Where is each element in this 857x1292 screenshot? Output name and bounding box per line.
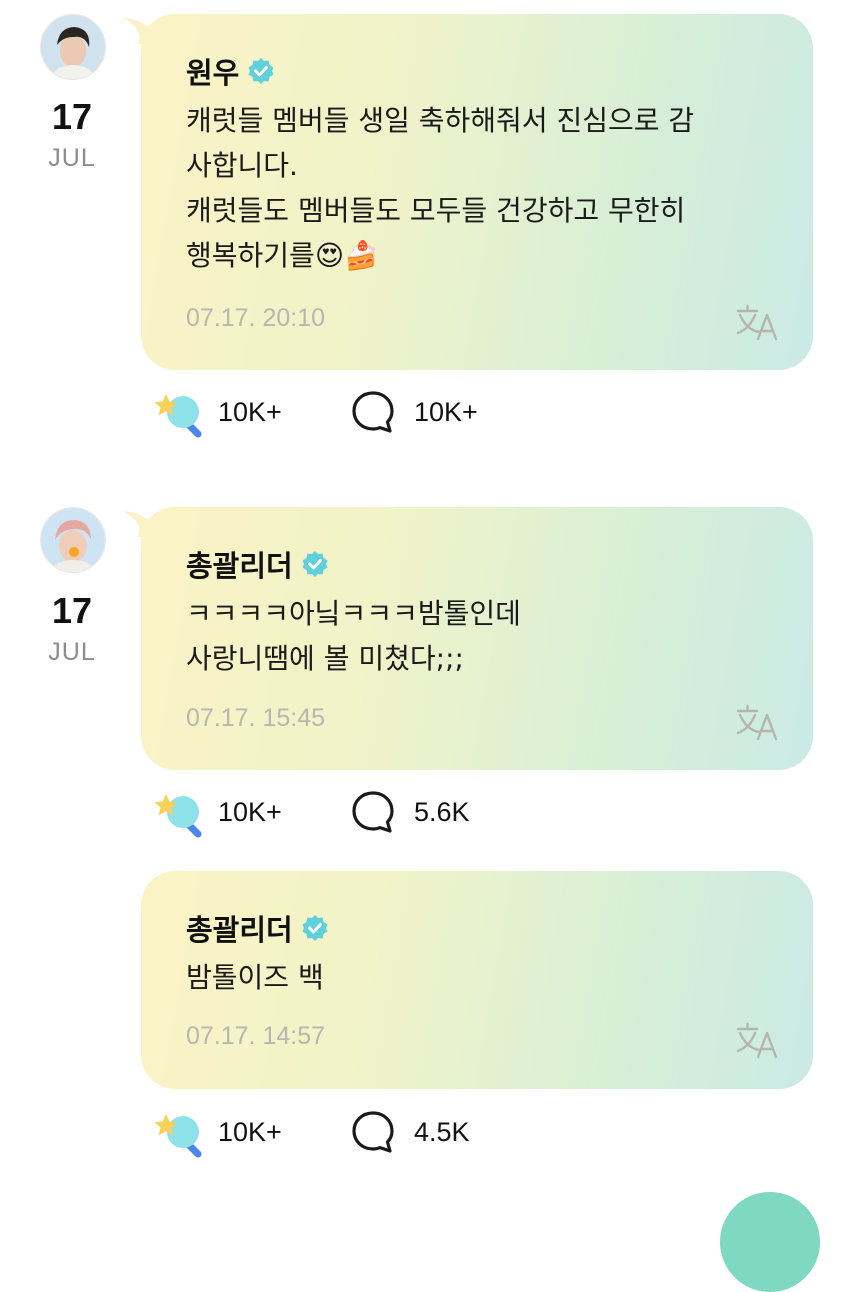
speech-bubble-icon (352, 391, 394, 433)
comment-button[interactable]: 4.5K (350, 1104, 470, 1160)
like-count: 10K+ (218, 396, 282, 427)
translate-icon[interactable] (735, 702, 779, 742)
like-count: 10K+ (218, 1116, 282, 1147)
translate-icon[interactable] (735, 302, 779, 342)
like-button[interactable]: 10K+ (150, 784, 282, 840)
post-text: ㅋㅋㅋㅋ아닠ㅋㅋㅋ밤톨인데 사랑니땜에 볼 미쳤다;;; (186, 597, 521, 675)
post-text: 밤톨이즈 백 (186, 961, 324, 994)
speech-bubble-icon (352, 1111, 394, 1153)
author-row: 원우 (186, 50, 275, 92)
post-stats: 10K+ 4.5K (150, 1104, 570, 1160)
translate-icon[interactable] (735, 1020, 779, 1060)
like-count: 10K+ (218, 796, 282, 827)
post-timestamp: 07.17. 14:57 (186, 1022, 326, 1050)
verified-badge-icon (302, 551, 328, 577)
post-text: 캐럿들 멤버들 생일 축하해줘서 진심으로 감 사합니다. 캐럿들도 멤버들도 … (186, 104, 695, 272)
comment-count: 10K+ (414, 396, 478, 427)
avatar[interactable] (40, 14, 106, 80)
date-month: JUL (48, 638, 96, 666)
comment-count: 4.5K (414, 1116, 470, 1147)
post-stats: 10K+ 10K+ (150, 384, 570, 440)
star-lightstick-icon (154, 794, 202, 838)
post-timestamp: 07.17. 20:10 (186, 304, 326, 332)
author-name: 총괄리더 (186, 549, 293, 583)
post-bubble[interactable]: 총괄리더 밤톨이즈 백 07.17. 14:57 (141, 871, 813, 1089)
author-row: 총괄리더 (186, 543, 329, 585)
comment-button[interactable]: 5.6K (350, 784, 470, 840)
author-name: 원우 (186, 56, 240, 90)
avatar[interactable] (40, 507, 106, 573)
comment-count: 5.6K (414, 796, 470, 827)
comment-button[interactable]: 10K+ (350, 384, 478, 440)
post-bubble[interactable]: 원우 캐럿들 멤버들 생일 축하해줘서 진심으로 감 사합니다. 캐럿들도 멤버… (141, 14, 813, 370)
author-name: 총괄리더 (186, 913, 293, 947)
emoji-heart-eyes: 😍 (314, 239, 345, 272)
star-lightstick-icon (154, 394, 202, 438)
author-row: 총괄리더 (186, 907, 329, 949)
floating-action-button[interactable] (720, 1192, 820, 1292)
star-lightstick-icon (154, 1114, 202, 1158)
date-day: 17 (51, 590, 93, 631)
post-timestamp: 07.17. 15:45 (186, 704, 326, 732)
post-bubble[interactable]: 총괄리더 ㅋㅋㅋㅋ아닠ㅋㅋㅋ밤톨인데 사랑니땜에 볼 미쳤다;;; 07.17.… (141, 507, 813, 770)
verified-badge-icon (302, 915, 328, 941)
date-day: 17 (51, 96, 93, 137)
speech-bubble-icon (352, 791, 394, 833)
like-button[interactable]: 10K+ (150, 384, 282, 440)
post-stats: 10K+ 5.6K (150, 784, 570, 840)
verified-badge-icon (248, 58, 274, 84)
date-month: JUL (48, 144, 96, 172)
like-button[interactable]: 10K+ (150, 1104, 282, 1160)
emoji-cake: 🍰 (344, 239, 379, 272)
